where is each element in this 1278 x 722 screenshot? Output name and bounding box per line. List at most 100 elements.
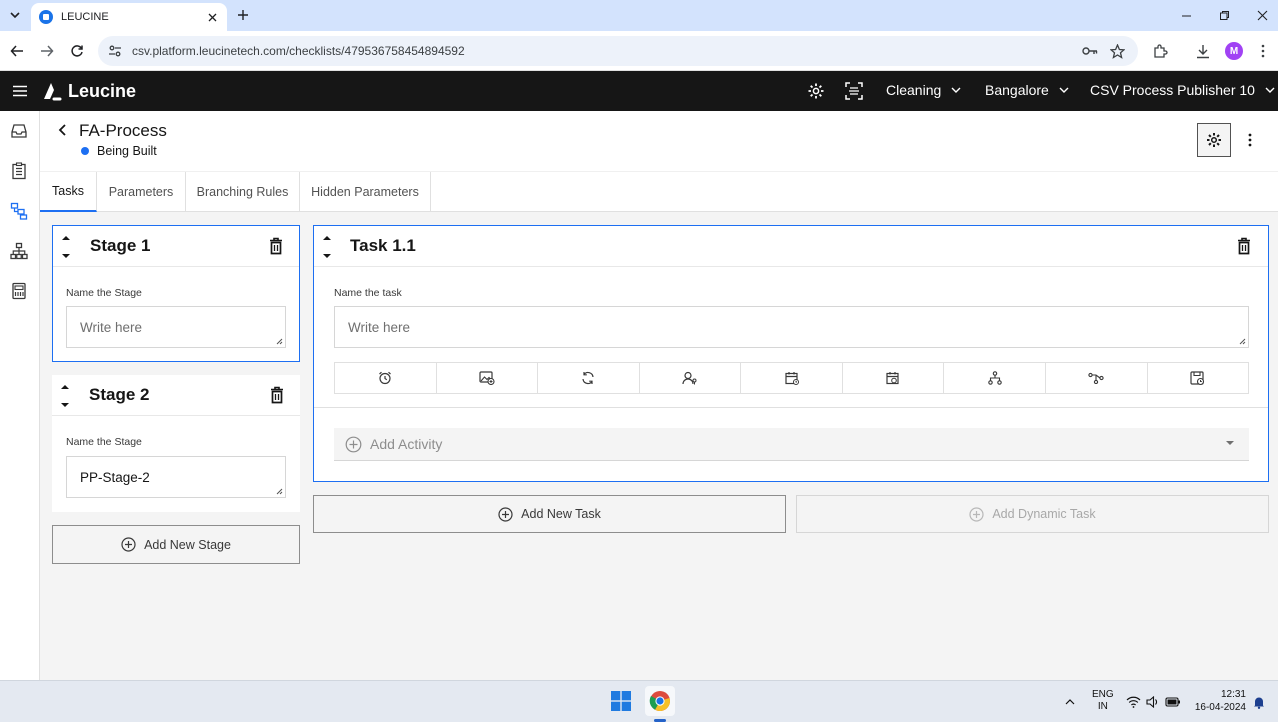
add-circle-icon [121, 537, 136, 552]
close-window-button[interactable] [1243, 0, 1278, 30]
tab-parameters[interactable]: Parameters [97, 172, 186, 212]
alarm-icon[interactable] [335, 363, 437, 393]
browser-tab[interactable]: LEUCINE [31, 3, 227, 31]
resize-handle-icon [1239, 338, 1246, 345]
forward-button[interactable] [36, 40, 58, 62]
task-card-header: Task 1.1 [314, 226, 1268, 267]
bookmark-button[interactable] [1106, 40, 1128, 62]
chevron-up-icon[interactable] [1063, 693, 1077, 711]
app-brand-name: Leucine [68, 81, 137, 101]
browser-tab-title: LEUCINE [61, 11, 109, 23]
language-code: ENG [1092, 689, 1114, 700]
user-menu[interactable]: CSV Process Publisher 10 [1090, 82, 1275, 98]
task-name-placeholder: Write here [348, 319, 411, 335]
site-info-icon [109, 45, 121, 57]
inbox-icon[interactable] [9, 121, 29, 141]
tab-search-button[interactable] [4, 5, 26, 25]
app-logo[interactable]: Leucine [42, 81, 136, 102]
page-header: FA-Process Being Built [40, 111, 1278, 171]
more-options-button[interactable] [1240, 123, 1260, 157]
reload-icon [71, 45, 83, 57]
extensions-button[interactable] [1149, 40, 1171, 62]
recurrence-icon[interactable] [538, 363, 640, 393]
reorder-arrows[interactable] [59, 232, 73, 262]
location-select[interactable]: Bangalore [985, 82, 1069, 98]
stage-name-input[interactable]: PP-Stage-2 [66, 456, 286, 498]
move-up-down-icon [323, 236, 331, 258]
address-bar[interactable]: csv.platform.leucinetech.com/checklists/… [98, 36, 1138, 66]
facility-select[interactable]: Cleaning [886, 82, 961, 98]
calendar-schedule-icon[interactable] [741, 363, 843, 393]
password-key-button[interactable] [1079, 40, 1101, 62]
add-activity-dropdown[interactable]: Add Activity [334, 428, 1249, 461]
reports-icon[interactable] [9, 281, 29, 301]
stage-card[interactable]: Stage 2 Name the Stage PP-Stage-2 [52, 375, 300, 512]
delete-task-icon[interactable] [1237, 237, 1251, 255]
add-dynamic-task-button[interactable]: Add Dynamic Task [796, 495, 1269, 533]
close-tab-icon[interactable] [205, 10, 219, 24]
system-clock[interactable]: 12:31 16-04-2024 [1192, 688, 1246, 714]
hierarchy-icon[interactable] [944, 363, 1046, 393]
reorder-arrows[interactable] [320, 232, 334, 262]
url-text: csv.platform.leucinetech.com/checklists/… [132, 44, 465, 58]
process-builder-icon[interactable] [9, 201, 29, 221]
tab-hidden-parameters[interactable]: Hidden Parameters [300, 172, 431, 212]
stage-card-header: Stage 2 [52, 375, 300, 416]
chevron-down-icon [951, 87, 961, 93]
restore-icon [1219, 10, 1229, 20]
restore-window-button[interactable] [1205, 0, 1243, 30]
input-language-indicator[interactable]: ENG IN [1092, 689, 1114, 713]
battery-icon[interactable] [1165, 693, 1181, 711]
windows-start-icon[interactable] [611, 691, 631, 711]
location-select-value: Bangalore [985, 82, 1049, 98]
checklist-icon[interactable] [9, 161, 29, 181]
add-new-stage-button[interactable]: Add New Stage [52, 525, 300, 564]
downloads-button[interactable] [1192, 40, 1214, 62]
notification-bell-icon[interactable] [1252, 693, 1266, 711]
status-badge: Being Built [81, 144, 157, 158]
volume-icon[interactable] [1145, 693, 1161, 711]
os-taskbar: ENG IN 12:31 16-04-2024 [0, 680, 1278, 722]
tab-branching-rules[interactable]: Branching Rules [186, 172, 300, 212]
back-arrow-icon[interactable] [56, 123, 70, 137]
add-new-task-button[interactable]: Add New Task [313, 495, 786, 533]
calendar-time-icon[interactable] [843, 363, 945, 393]
user-assign-icon[interactable] [640, 363, 742, 393]
kebab-menu-icon [1261, 44, 1265, 58]
stage-card[interactable]: Stage 1 Name the Stage Write here [52, 225, 300, 362]
task-card-divider [314, 407, 1268, 408]
task-card[interactable]: Task 1.1 Name the task Write here Add Ac… [313, 225, 1269, 482]
arrow-right-icon [41, 45, 54, 57]
tab-tasks[interactable]: Tasks [40, 172, 97, 212]
image-add-icon[interactable] [437, 363, 539, 393]
gear-icon [1207, 133, 1221, 147]
branch-icon[interactable] [1046, 363, 1148, 393]
status-text: Being Built [97, 144, 157, 158]
stage-name-label: Name the Stage [66, 436, 142, 448]
new-tab-button[interactable] [232, 5, 254, 25]
hamburger-menu-icon[interactable] [12, 83, 28, 99]
delete-stage-icon[interactable] [269, 237, 283, 255]
leucine-logo-icon [44, 82, 62, 100]
reorder-arrows[interactable] [58, 381, 72, 411]
save-calendar-icon[interactable] [1148, 363, 1249, 393]
reload-button[interactable] [66, 40, 88, 62]
stage-name: Stage 1 [90, 236, 151, 255]
add-circle-icon [969, 506, 984, 522]
download-icon [1197, 44, 1209, 58]
wifi-icon[interactable] [1125, 693, 1141, 711]
ontology-icon[interactable] [9, 241, 29, 261]
minimize-window-button[interactable] [1167, 0, 1205, 30]
profile-avatar[interactable]: M [1225, 42, 1243, 60]
stage-name-input[interactable]: Write here [66, 306, 286, 348]
add-circle-icon [345, 436, 362, 452]
move-up-down-icon [62, 236, 70, 258]
process-settings-button[interactable] [1197, 123, 1231, 157]
back-button[interactable] [6, 40, 28, 62]
settings-icon[interactable] [807, 82, 825, 100]
scan-icon[interactable] [845, 82, 863, 100]
task-name-input[interactable]: Write here [334, 306, 1249, 348]
delete-stage-icon[interactable] [270, 386, 284, 404]
browser-menu-button[interactable] [1252, 40, 1274, 62]
chrome-taskbar-icon[interactable] [645, 686, 675, 716]
